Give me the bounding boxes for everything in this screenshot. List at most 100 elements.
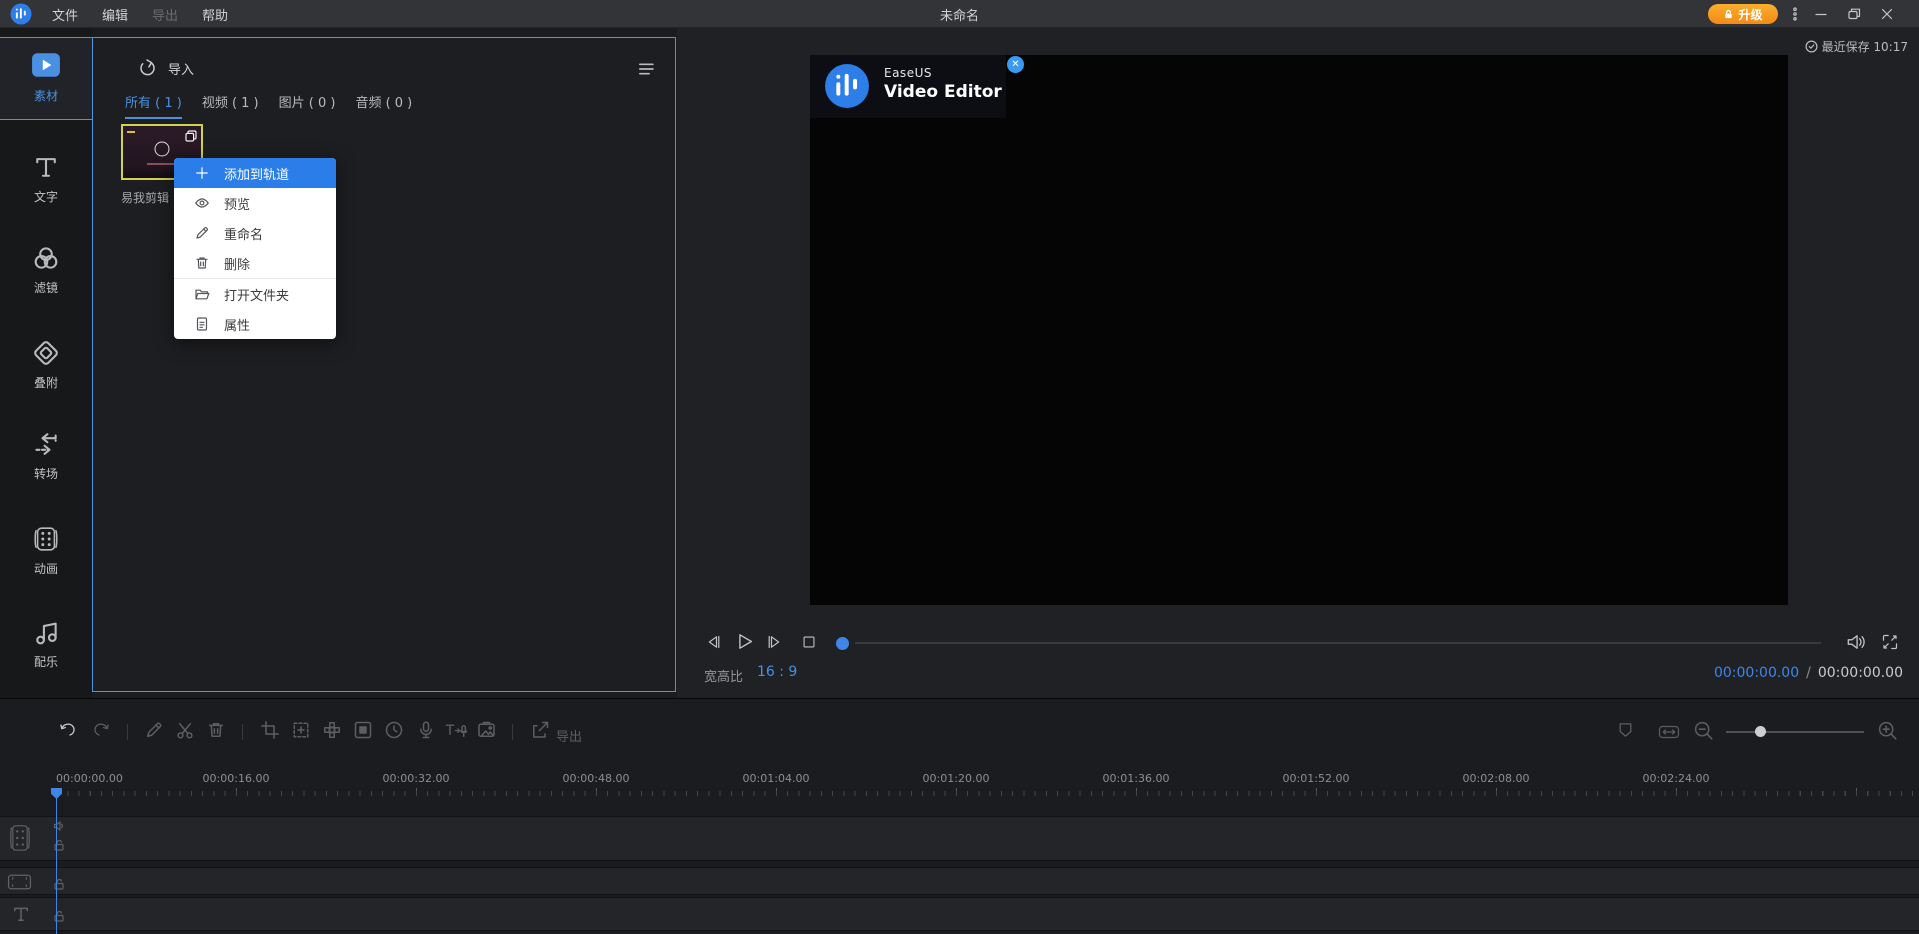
track-unlock-icon[interactable] [53, 878, 65, 890]
lock-icon [1723, 9, 1734, 20]
freeze-frame-icon[interactable] [353, 720, 373, 740]
sidebar-item-text[interactable]: 文字 [0, 153, 92, 205]
menu-help[interactable]: 帮助 [190, 0, 240, 28]
import-button[interactable]: 导入 [137, 58, 194, 78]
sidebar-item-label: 配乐 [33, 655, 58, 669]
kebab-menu-icon[interactable] [1786, 6, 1804, 22]
record-voiceover-icon[interactable] [416, 720, 436, 740]
fullscreen-icon[interactable] [1881, 633, 1899, 651]
export-button[interactable]: 导出 [556, 726, 582, 745]
text-to-speech-icon[interactable] [444, 720, 468, 740]
tab-all[interactable]: 所有 ( 1 ) [125, 92, 182, 119]
context-menu-label: 重命名 [224, 227, 264, 243]
zoom-select-icon[interactable] [291, 720, 311, 740]
timecode-display: 00:00:00.00 / 00:00:00.00 [1714, 665, 1903, 681]
clip-context-menu: 添加到轨道 预览 重命名 删除 打开文件夹 属性 [174, 158, 336, 339]
sidebar-item-label: 文字 [33, 190, 58, 204]
zoom-out-icon[interactable] [1693, 720, 1714, 741]
ruler-label: 00:00:00.00 [56, 772, 123, 785]
context-menu-open-folder[interactable]: 打开文件夹 [174, 279, 336, 309]
redo-icon[interactable] [90, 720, 111, 741]
sidebar-item-music[interactable]: 配乐 [0, 618, 92, 670]
context-menu-label: 打开文件夹 [224, 288, 290, 304]
thumbnail-art [127, 131, 135, 133]
context-menu-add-to-track[interactable]: 添加到轨道 [174, 158, 336, 188]
fit-timeline-icon[interactable] [1655, 723, 1683, 741]
track-unlock-icon[interactable] [53, 839, 65, 851]
tab-audio[interactable]: 音频 ( 0 ) [355, 92, 412, 119]
previous-frame-button[interactable] [703, 632, 723, 652]
cut-icon[interactable] [175, 720, 195, 740]
media-panel: 导入 所有 ( 1 ) 视频 ( 1 ) 图片 ( 0 ) 音频 ( 0 ) 易… [92, 37, 676, 692]
toolbar-separator [512, 724, 513, 740]
list-view-icon[interactable] [635, 58, 657, 80]
timeline-zoom-slider[interactable] [1726, 731, 1864, 733]
next-frame-button[interactable] [765, 632, 785, 652]
sidebar-item-label: 素材 [33, 89, 58, 103]
ruler-label: 00:01:20.00 [922, 772, 990, 785]
marker-icon[interactable] [1617, 720, 1634, 740]
zoom-in-icon[interactable] [1877, 720, 1898, 741]
seek-slider-thumb[interactable] [836, 637, 849, 650]
playhead-line[interactable] [56, 789, 57, 934]
ruler-label: 00:02:08.00 [1462, 772, 1530, 785]
sidebar-item-label: 滤镜 [33, 281, 58, 295]
edit-icon[interactable] [144, 720, 164, 740]
menu-file[interactable]: 文件 [40, 0, 90, 28]
collection-icon[interactable] [184, 129, 198, 143]
stop-button[interactable] [800, 633, 818, 651]
tab-image[interactable]: 图片 ( 0 ) [279, 92, 336, 119]
context-menu-preview[interactable]: 预览 [174, 188, 336, 218]
ruler-label: 00:00:32.00 [382, 772, 450, 785]
watermark: EaseUS Video Editor [810, 55, 1006, 118]
music-icon [32, 618, 60, 646]
context-menu-delete[interactable]: 删除 [174, 248, 336, 278]
sidebar-item-animation[interactable]: 动画 [0, 525, 92, 577]
context-menu-properties[interactable]: 属性 [174, 309, 336, 339]
text-track-row[interactable] [0, 897, 1919, 931]
maximize-icon[interactable] [1845, 6, 1863, 22]
context-menu-rename[interactable]: 重命名 [174, 218, 336, 248]
mosaic-icon[interactable] [322, 720, 342, 740]
sidebar-item-media[interactable]: 素材 [0, 37, 92, 120]
media-library-icon [31, 52, 61, 78]
delete-icon[interactable] [206, 720, 226, 740]
context-menu-label: 属性 [224, 318, 251, 334]
upgrade-button[interactable]: 升级 [1708, 4, 1778, 24]
filter-icon [32, 244, 60, 272]
sidebar-item-transition[interactable]: 转场 [0, 430, 92, 482]
crop-icon[interactable] [260, 720, 280, 740]
easeus-logo-icon [824, 63, 870, 109]
timeline-section: 导出 00:00:00.00 00:00:16.00 00:00:32.00 0… [0, 698, 1919, 934]
close-icon[interactable] [1878, 6, 1896, 22]
track-speaker-icon[interactable] [53, 820, 65, 832]
thumbnail-art-logo [154, 141, 170, 157]
overlay-track-row[interactable] [0, 867, 1919, 895]
duration-icon[interactable] [384, 720, 404, 740]
minimize-icon[interactable] [1812, 6, 1830, 22]
track-unlock-icon[interactable] [53, 910, 65, 922]
sidebar-item-label: 叠附 [33, 376, 58, 390]
toolbar-separator [127, 724, 128, 740]
snapshot-icon[interactable] [476, 720, 497, 740]
volume-icon[interactable] [1845, 631, 1867, 653]
media-tabs: 所有 ( 1 ) 视频 ( 1 ) 图片 ( 0 ) 音频 ( 0 ) [125, 92, 412, 119]
menu-export[interactable]: 导出 [140, 0, 190, 28]
sidebar-item-overlay[interactable]: 叠附 [0, 339, 92, 391]
menu-edit[interactable]: 编辑 [90, 0, 140, 28]
undo-icon[interactable] [58, 720, 79, 741]
seek-slider-track[interactable] [855, 642, 1821, 644]
video-track-row[interactable] [0, 816, 1919, 861]
play-button[interactable] [733, 630, 756, 653]
timeline-zoom-thumb[interactable] [1755, 726, 1766, 737]
import-icon [137, 58, 157, 78]
sidebar-item-filter[interactable]: 滤镜 [0, 244, 92, 296]
trash-icon [194, 255, 210, 271]
ruler-label: 00:02:24.00 [1642, 772, 1710, 785]
context-menu-label: 删除 [224, 257, 251, 273]
playhead-handle[interactable] [51, 788, 62, 799]
aspect-ratio-value[interactable]: 16 : 9 [757, 664, 797, 680]
export-icon[interactable] [530, 720, 550, 740]
watermark-close-icon[interactable]: ✕ [1007, 56, 1024, 73]
tab-video[interactable]: 视频 ( 1 ) [202, 92, 259, 119]
